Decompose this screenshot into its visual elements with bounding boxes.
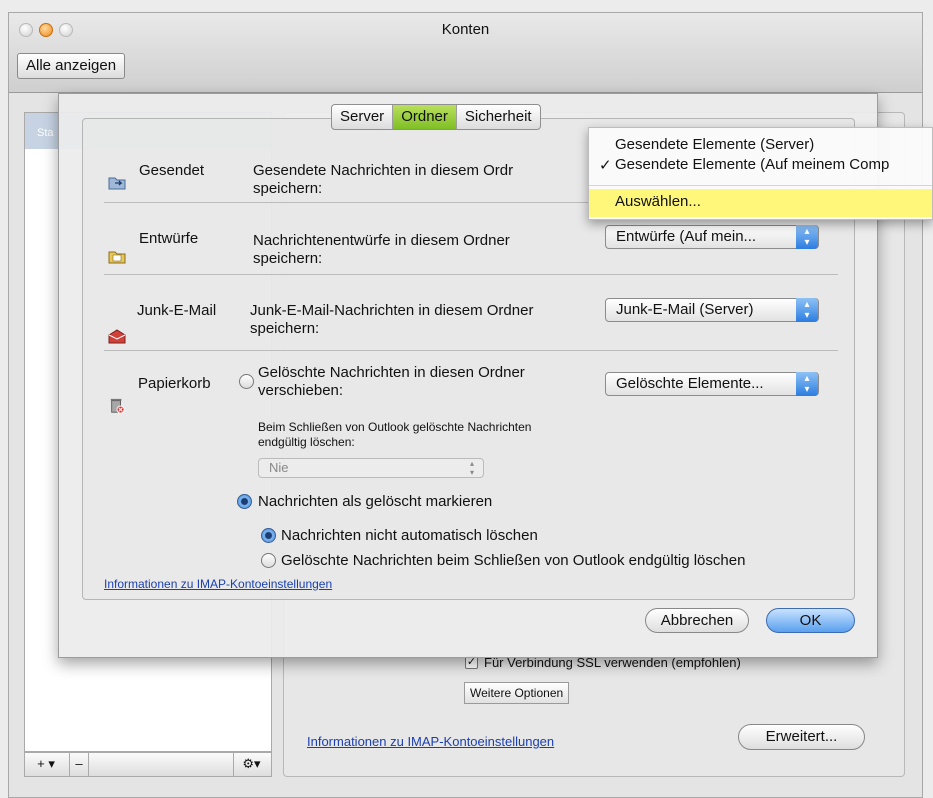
menu-item-sent-server[interactable]: Gesendete Elemente (Server)	[615, 136, 814, 153]
mark-deleted-radio[interactable]	[237, 494, 252, 509]
imap-info-link[interactable]: Informationen zu IMAP-Kontoeinstellungen	[104, 577, 332, 591]
menu-item-sent-local-label: Gesendete Elemente (Auf meinem Comp	[615, 156, 890, 173]
tab-server[interactable]: Server	[332, 105, 394, 129]
move-to-folder-radio[interactable]	[239, 374, 254, 389]
menu-separator	[589, 185, 932, 186]
delete-on-close-radio-label: Gelöschte Nachrichten beim Schließen von…	[281, 552, 746, 569]
menu-item-choose-label: Auswählen...	[615, 193, 701, 210]
no-auto-delete-radio[interactable]	[261, 528, 276, 543]
popup-arrows-icon: ▴ ▾	[469, 459, 474, 477]
sent-folder-menu: Gesendete Elemente (Server) ✓ Gesendete …	[588, 127, 933, 220]
junk-label: Junk-E-Mail	[137, 302, 217, 319]
trash-icon	[110, 398, 125, 414]
window-title: Konten	[441, 21, 490, 38]
trash-folder-popup[interactable]: Gelöschte Elemente... ▴ ▾	[605, 372, 819, 396]
drafts-folder-icon	[108, 251, 126, 264]
move-to-folder-label: Gelöschte Nachrichten in diesen Ordner v…	[258, 364, 525, 399]
show-all-button[interactable]: Alle anzeigen	[17, 53, 126, 79]
popup-arrows-icon: ▴ ▾	[796, 298, 818, 322]
delete-on-close-label: Beim Schließen von Outlook gelöschte Nac…	[258, 420, 532, 449]
menu-item-sent-local[interactable]: ✓ Gesendete Elemente (Auf meinem Comp	[599, 156, 890, 174]
remove-account-button[interactable]: –	[69, 753, 89, 776]
divider	[104, 350, 838, 351]
add-account-button[interactable]: + ▾	[29, 753, 63, 776]
delete-on-close-radio[interactable]	[261, 553, 276, 568]
gear-menu-button[interactable]: ⚙▾	[233, 753, 269, 776]
no-auto-delete-label: Nachrichten nicht automatisch löschen	[281, 527, 538, 544]
junk-description: Junk-E-Mail-Nachrichten in diesem Ordner…	[250, 302, 534, 337]
junk-mail-icon	[108, 329, 126, 344]
tab-ordner[interactable]: Ordner	[393, 105, 457, 129]
more-options-button[interactable]: Weitere Optionen	[464, 682, 570, 704]
mark-deleted-label: Nachrichten als gelöscht markieren	[258, 493, 493, 510]
junk-popup-value: Junk-E-Mail (Server)	[616, 301, 754, 318]
sent-description: Gesendete Nachrichten in diesem Ordr spe…	[253, 162, 514, 197]
popup-arrows-icon: ▴ ▾	[796, 225, 818, 249]
advanced-button[interactable]: Erweitert...	[738, 724, 865, 750]
trash-popup-value: Gelöschte Elemente...	[616, 375, 764, 392]
account-list-toolbar: + ▾ – ⚙▾	[24, 752, 272, 777]
delete-on-close-value: Nie	[269, 460, 289, 475]
popup-arrows-icon: ▴ ▾	[796, 372, 818, 396]
sent-label: Gesendet	[139, 162, 205, 179]
junk-folder-popup[interactable]: Junk-E-Mail (Server) ▴ ▾	[605, 298, 819, 322]
sent-folder-icon	[108, 177, 126, 190]
delete-on-close-popup: Nie ▴ ▾	[258, 458, 484, 478]
title-bar: Konten Alle anzeigen	[9, 13, 922, 93]
tab-sicherheit[interactable]: Sicherheit	[457, 105, 540, 129]
cancel-button[interactable]: Abbrechen	[645, 608, 749, 633]
divider	[104, 274, 838, 275]
trash-label: Papierkorb	[138, 375, 211, 392]
ok-button[interactable]: OK	[766, 608, 855, 633]
drafts-label: Entwürfe	[139, 230, 199, 247]
tab-bar: Server Ordner Sicherheit	[331, 104, 541, 130]
menu-item-choose[interactable]: Auswählen...	[589, 189, 932, 217]
drafts-description: Nachrichtenentwürfe in diesem Ordner spe…	[253, 232, 510, 267]
drafts-popup-value: Entwürfe (Auf mein...	[616, 228, 757, 245]
drafts-folder-popup[interactable]: Entwürfe (Auf mein... ▴ ▾	[605, 225, 819, 249]
checkmark-icon: ✓	[599, 157, 612, 174]
imap-info-link-background[interactable]: Informationen zu IMAP-Kontoeinstellungen	[307, 734, 554, 749]
